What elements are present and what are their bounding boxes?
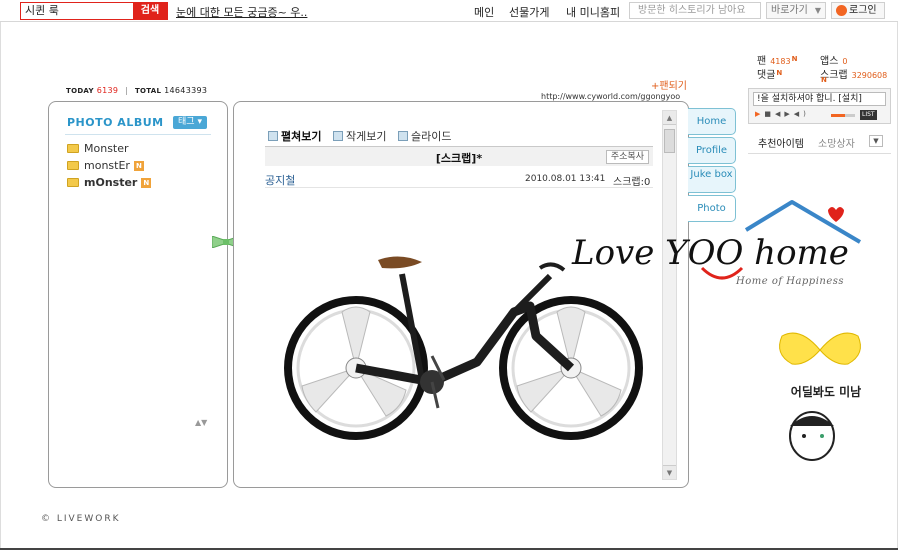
- tag-button[interactable]: 태그 ▾: [173, 116, 207, 129]
- new-badge: N: [133, 161, 144, 171]
- login-icon: [836, 5, 847, 16]
- volume-fill: [831, 114, 846, 117]
- nav-gift-shop[interactable]: 선물가게: [509, 4, 549, 20]
- nav-my-minihompy[interactable]: 내 미니홈피: [566, 4, 620, 20]
- scroll-up-icon[interactable]: ▲: [663, 111, 676, 125]
- history-dropdown[interactable]: 방문한 히스토리가 남아요: [629, 2, 761, 19]
- counter-separator: |: [125, 86, 129, 95]
- folder-label: mOnster: [84, 176, 138, 189]
- post-author[interactable]: 공지철: [265, 172, 295, 188]
- view-slide-label: 슬라이드: [410, 130, 452, 143]
- scrap-value: 3290608: [851, 71, 888, 80]
- logo-text: Love YOO home: [571, 233, 849, 273]
- login-button[interactable]: 로그인: [831, 2, 885, 19]
- album-title: PHOTO ALBUM: [67, 116, 164, 129]
- chevron-down-icon: ▼: [814, 6, 821, 15]
- post-scrap-count: 스크랩:0: [613, 177, 651, 188]
- total-label: TOTAL: [134, 87, 162, 95]
- fan-stat[interactable]: 팬 4183N: [757, 52, 797, 67]
- comment-label: 댓글: [757, 70, 776, 81]
- view-small-label: 작게보기: [345, 130, 387, 143]
- view-slide[interactable]: 슬라이드: [397, 128, 452, 144]
- folder-item[interactable]: monstEr N: [67, 159, 144, 173]
- tab-home[interactable]: Home: [688, 108, 736, 135]
- character-caption: 어딜봐도 미남: [790, 385, 862, 399]
- chevron-down-icon[interactable]: ▼: [869, 135, 883, 147]
- goto-label: 바로가기: [771, 5, 808, 16]
- become-fan-link[interactable]: +팬되기: [651, 77, 687, 92]
- footer-brand: © LIVEWORK: [41, 514, 121, 524]
- homepage-url[interactable]: http://www.cyworld.com/ggongyoo: [541, 92, 680, 101]
- copy-address-button[interactable]: 주소복사: [605, 150, 649, 164]
- scrap-new-badge: N: [821, 76, 827, 84]
- login-label: 로그인: [849, 5, 877, 16]
- folder-label: monstEr: [84, 159, 130, 172]
- frame-left-border: [0, 22, 1, 550]
- tag-label: 태그: [178, 117, 195, 127]
- character-drawing: [779, 332, 861, 461]
- new-badge: N: [141, 178, 152, 188]
- post-title: [스크랩]*: [435, 152, 483, 165]
- total-value: 14643393: [164, 86, 208, 95]
- tab-profile[interactable]: Profile: [688, 137, 736, 164]
- search-button[interactable]: 검색: [133, 3, 167, 19]
- apps-value: 0: [842, 57, 848, 66]
- comment-stat[interactable]: 댓글N: [757, 66, 782, 81]
- album-sidebar: PHOTO ALBUM 태그 ▾ Monster monstEr N mOnste…: [48, 101, 228, 488]
- promo-link[interactable]: 눈에 대한 모든 궁금증~ 우..: [176, 4, 307, 20]
- tab-wish-box[interactable]: 소망상자: [818, 135, 855, 150]
- scroll-arrows-icon[interactable]: ▲▼: [195, 418, 207, 427]
- prev-icon[interactable]: ◀: [775, 110, 784, 118]
- music-player: !을 설치하셔야 합니. [설치] ▶■◀▶◀) LIST: [748, 88, 891, 124]
- folder-icon: [67, 144, 79, 153]
- post-divider: [265, 187, 653, 188]
- visit-counter: TODAY 6139 | TOTAL 14643393: [66, 86, 207, 95]
- folder-item[interactable]: mOnster N: [67, 176, 152, 190]
- expanded-view-icon: [268, 131, 278, 141]
- volume-icon[interactable]: ◀): [794, 110, 810, 118]
- page: { "topbar": { "search_value": "시퀸 룩", "s…: [0, 0, 898, 550]
- next-icon[interactable]: ▶: [784, 110, 793, 118]
- scroll-down-icon[interactable]: ▼: [663, 465, 676, 479]
- folder-icon: [67, 178, 79, 187]
- folder-label: Monster: [84, 142, 129, 155]
- player-controls: ▶■◀▶◀): [755, 110, 810, 118]
- apps-stat[interactable]: 앱스 0: [820, 52, 848, 67]
- logo-subtitle: Home of Happiness: [736, 276, 845, 287]
- scrollbar-thumb[interactable]: [664, 129, 675, 153]
- tab-recommended-items[interactable]: 추천아이템: [758, 135, 804, 150]
- folder-icon: [67, 161, 79, 170]
- play-icon[interactable]: ▶: [755, 110, 764, 118]
- player-track-title[interactable]: !을 설치하셔야 합니. [설치]: [753, 92, 886, 106]
- today-value: 6139: [96, 86, 119, 95]
- search-input[interactable]: [21, 3, 133, 19]
- today-label: TODAY: [66, 87, 94, 95]
- comment-new-badge: N: [776, 69, 783, 77]
- view-expanded-label: 펼쳐보기: [281, 130, 322, 143]
- album-divider: [65, 134, 211, 135]
- folder-item[interactable]: Monster: [67, 142, 129, 156]
- post-title-bar: [스크랩]* 주소복사: [265, 146, 653, 166]
- stop-icon[interactable]: ■: [764, 110, 775, 118]
- volume-slider[interactable]: [831, 114, 855, 117]
- scrap-stat[interactable]: 스크랩 3290608: [820, 66, 887, 81]
- fan-new-badge: N: [791, 55, 798, 63]
- top-bar: 검색 눈에 대한 모든 궁금증~ 우.. 메인 선물가게 내 미니홈피 방문한 …: [0, 0, 898, 22]
- view-options: 펼쳐보기 작게보기 슬라이드: [268, 128, 459, 144]
- scrap-new-stat: N: [820, 76, 827, 88]
- goto-dropdown[interactable]: 바로가기 ▼: [766, 2, 826, 19]
- playlist-button[interactable]: LIST: [860, 110, 877, 120]
- tab-jukebox[interactable]: Juke box: [688, 166, 736, 193]
- post-date: 2010.08.01 13:41: [525, 174, 606, 184]
- small-view-icon: [332, 131, 343, 141]
- fan-value: 4183: [770, 57, 791, 66]
- slide-view-icon: [397, 131, 408, 141]
- search-box: 검색: [20, 2, 168, 20]
- nav-main[interactable]: 메인: [474, 4, 494, 20]
- view-expanded[interactable]: 펼쳐보기: [268, 128, 321, 144]
- view-small[interactable]: 작게보기: [332, 128, 387, 144]
